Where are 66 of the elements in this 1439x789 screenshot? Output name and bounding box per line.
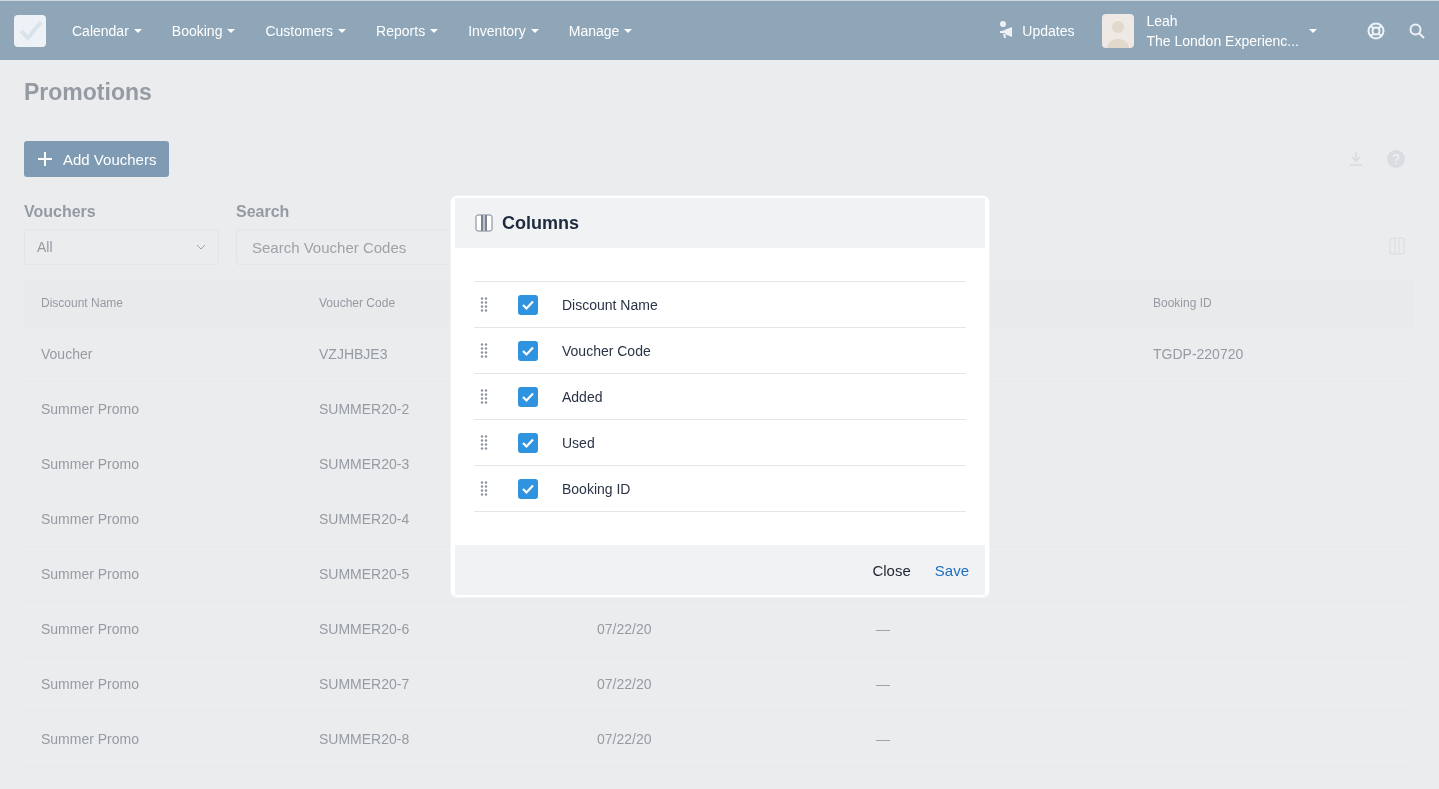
column-option-label: Added: [562, 388, 603, 405]
plus-icon: [37, 151, 53, 167]
table-cell: SUMMER20-6: [319, 621, 410, 637]
table-cell: —: [876, 731, 890, 747]
drag-handle-icon[interactable]: [480, 389, 488, 404]
checkbox[interactable]: [518, 294, 538, 315]
table-cell: SUMMER20-5: [319, 566, 410, 582]
table-cell: 07/22/20: [597, 731, 652, 747]
table-cell: SUMMER20-8: [319, 731, 410, 747]
table-cell: Summer Promo: [41, 566, 140, 582]
add-vouchers-button[interactable]: Add Vouchers: [24, 141, 170, 177]
drag-handle-icon[interactable]: [480, 481, 488, 496]
column-header: Discount Name: [41, 295, 124, 310]
nav-menu-item[interactable]: Calendar: [72, 22, 142, 39]
checkbox[interactable]: [518, 478, 538, 499]
table-cell: Summer Promo: [41, 621, 140, 637]
dialog-title: Columns: [502, 212, 579, 234]
filter-label: Search: [236, 203, 291, 221]
table-cell: SUMMER20-7: [319, 676, 410, 692]
nav-menu-item[interactable]: Customers: [265, 22, 347, 39]
column-header: Voucher Code: [319, 295, 396, 310]
table-cell: SUMMER20-4: [319, 511, 410, 527]
updates-link[interactable]: Updates: [998, 20, 1075, 41]
checkbox[interactable]: [518, 386, 538, 407]
caret-icon[interactable]: [1309, 28, 1317, 33]
drag-handle-icon[interactable]: [480, 297, 488, 312]
nav-menu-item[interactable]: Manage: [568, 22, 633, 39]
lifebuoy-icon[interactable]: [1367, 21, 1385, 40]
page-title: Promotions: [24, 78, 153, 107]
table-cell: 07/22/20: [597, 621, 652, 637]
vouchers-dropdown[interactable]: All: [24, 229, 219, 265]
chevron-down-icon: [196, 244, 206, 250]
checkmark-logo-icon[interactable]: [14, 14, 46, 47]
avatar-icon[interactable]: [1102, 13, 1135, 48]
table-cell: Summer Promo: [41, 511, 140, 527]
nav-menu-item[interactable]: Booking: [171, 22, 236, 39]
table-cell: TGDP-220720: [1153, 346, 1244, 362]
table-cell: Summer Promo: [41, 401, 140, 417]
table-cell: —: [876, 621, 890, 637]
nav-menu-item[interactable]: Inventory: [468, 22, 539, 39]
table-cell: SUMMER20-2: [319, 401, 410, 417]
table-cell: —: [876, 676, 890, 692]
table-cell: Summer Promo: [41, 456, 140, 472]
save-button[interactable]: Save: [924, 557, 979, 583]
filter-label: Vouchers: [24, 203, 97, 221]
checkbox[interactable]: [518, 340, 538, 361]
column-option-label: Booking ID: [562, 480, 631, 497]
drag-handle-icon[interactable]: [480, 435, 488, 450]
company-name: The London Experienc...: [1146, 31, 1299, 51]
table-cell: 07/22/20: [597, 676, 652, 692]
column-option-label: Discount Name: [562, 296, 658, 313]
nav-menu-item[interactable]: Reports: [376, 22, 439, 39]
table-cell: Summer Promo: [41, 676, 140, 692]
column-header: Booking ID: [1153, 295, 1212, 310]
close-button[interactable]: Close: [862, 557, 921, 583]
checkbox[interactable]: [518, 432, 538, 453]
table-cell: Summer Promo: [41, 731, 140, 747]
table-cell: VZJHBJE3: [319, 346, 388, 362]
column-option-label: Used: [562, 434, 595, 451]
search-icon[interactable]: [1409, 22, 1425, 39]
columns-icon: [475, 214, 493, 232]
table-cell: SUMMER20-3: [319, 456, 410, 472]
column-option-label: Voucher Code: [562, 342, 651, 359]
user-name: Leah: [1146, 11, 1179, 31]
drag-handle-icon[interactable]: [480, 343, 488, 358]
table-cell: Voucher: [41, 346, 93, 362]
